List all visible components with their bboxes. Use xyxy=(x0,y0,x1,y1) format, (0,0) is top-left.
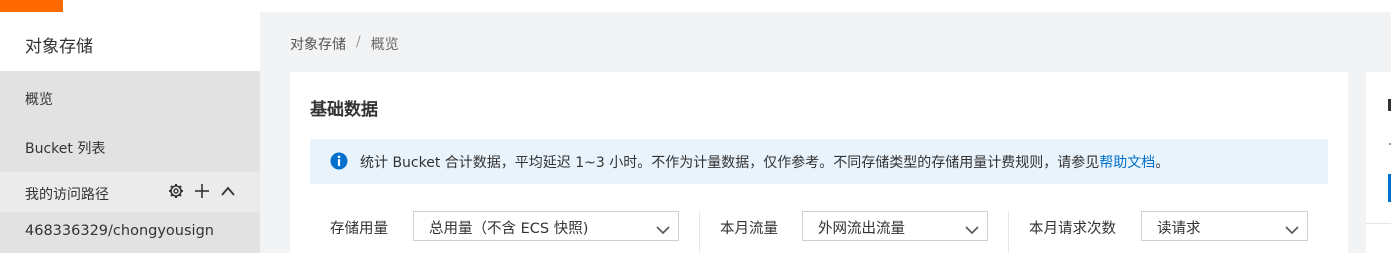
filter-divider xyxy=(1008,211,1009,253)
right-side-panel xyxy=(1366,72,1391,253)
access-route-section: 我的访问路径 xyxy=(0,172,260,212)
sidebar-item-bucket-list[interactable]: Bucket 列表 xyxy=(25,138,105,158)
breadcrumb-separator: / xyxy=(356,34,361,50)
panel-divider xyxy=(1366,223,1391,224)
breadcrumb-current: 概览 xyxy=(370,37,399,53)
storage-usage-select[interactable]: 总用量（不含 ECS 快照) xyxy=(413,211,679,241)
chevron-down-icon xyxy=(1285,220,1299,235)
access-route-item[interactable]: 468336329/chongyousign xyxy=(0,212,260,253)
info-notice: 统计 Bucket 合计数据，平均延迟 1~3 小时。不作为计量数据，仅作参考。… xyxy=(310,139,1328,184)
monthly-traffic-value: 外网流出流量 xyxy=(818,221,905,237)
chevron-down-icon xyxy=(656,220,670,235)
chevron-down-icon xyxy=(965,220,979,235)
breadcrumb: 对象存储 / 概览 xyxy=(290,34,399,54)
filter-divider xyxy=(699,211,700,253)
card-title: 基础数据 xyxy=(310,100,378,120)
access-route-label[interactable]: 468336329/chongyousign xyxy=(25,223,214,239)
monthly-requests-select[interactable]: 读请求 xyxy=(1141,211,1308,241)
breadcrumb-root[interactable]: 对象存储 xyxy=(290,34,346,54)
help-doc-link[interactable]: 帮助文档 xyxy=(1099,155,1155,171)
sidebar: 对象存储 概览 Bucket 列表 我的访问路径 468336329/chong… xyxy=(0,12,260,253)
storage-usage-value: 总用量（不含 ECS 快照) xyxy=(429,221,589,237)
monthly-traffic-select[interactable]: 外网流出流量 xyxy=(802,211,988,241)
access-route-title: 我的访问路径 xyxy=(25,187,109,203)
chevron-up-icon[interactable] xyxy=(220,181,236,201)
sidebar-nav: 概览 Bucket 列表 我的访问路径 468336329/chongyousi… xyxy=(0,71,260,253)
plus-icon[interactable] xyxy=(194,181,210,201)
sidebar-title: 对象存储 xyxy=(25,37,93,57)
top-bar xyxy=(0,0,1391,12)
monthly-traffic-label: 本月流量 xyxy=(720,221,778,237)
monthly-requests-label: 本月请求次数 xyxy=(1029,221,1116,237)
notice-body: 统计 Bucket 合计数据，平均延迟 1~3 小时。不作为计量数据，仅作参考。… xyxy=(360,155,1100,171)
monthly-requests-value: 读请求 xyxy=(1157,221,1201,237)
notice-text: 统计 Bucket 合计数据，平均延迟 1~3 小时。不作为计量数据，仅作参考。… xyxy=(360,152,1169,172)
basic-data-card: 基础数据 统计 Bucket 合计数据，平均延迟 1~3 小时。不作为计量数据，… xyxy=(290,72,1348,253)
brand-accent xyxy=(0,0,63,12)
info-icon xyxy=(330,152,348,170)
storage-usage-label: 存储用量 xyxy=(330,221,388,237)
gear-icon[interactable] xyxy=(168,181,184,201)
sidebar-item-overview[interactable]: 概览 xyxy=(25,89,53,109)
notice-suffix: 。 xyxy=(1155,155,1170,171)
